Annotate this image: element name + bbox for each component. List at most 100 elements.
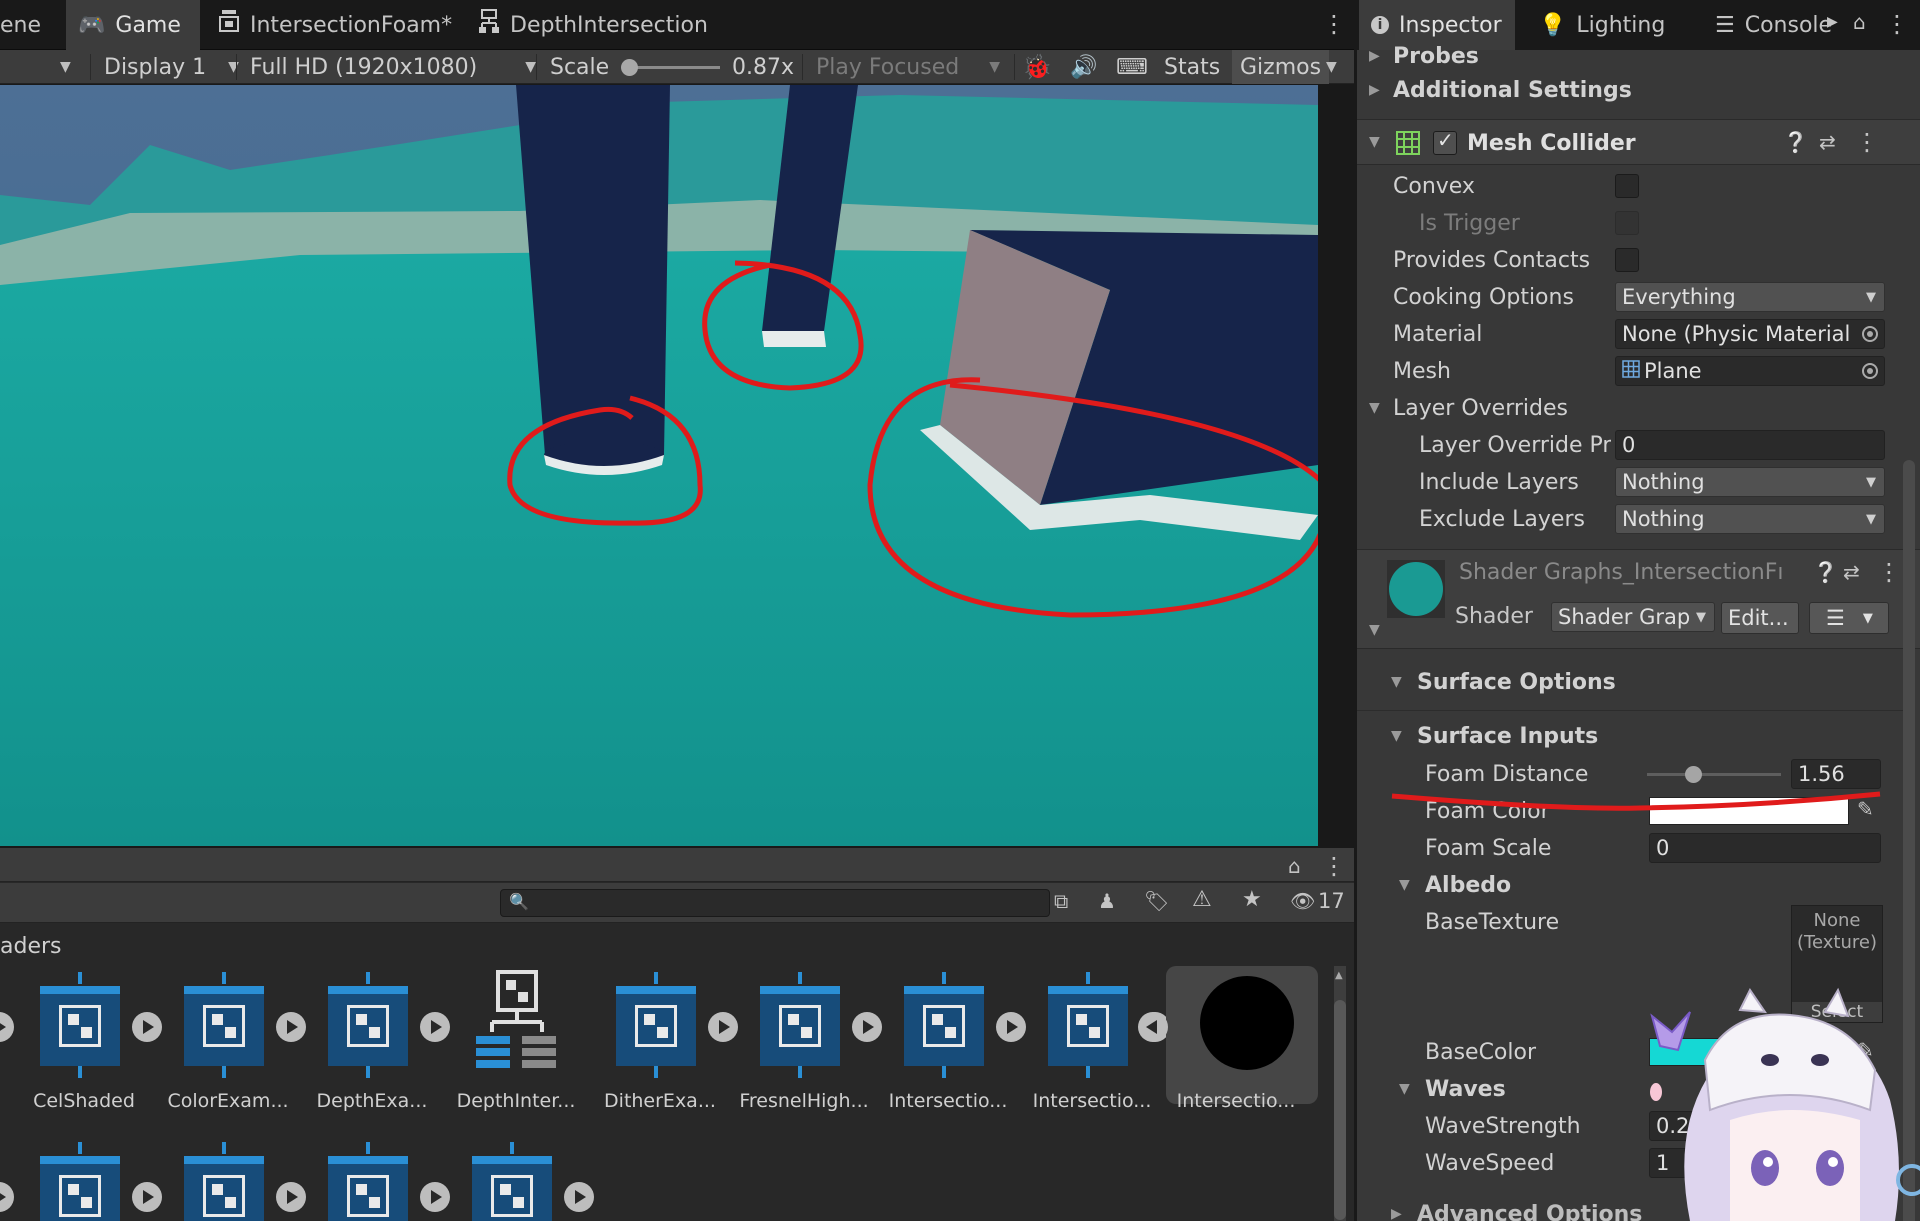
eyedropper-icon[interactable]: ✎ (1857, 797, 1874, 821)
filter-by-type-icon[interactable]: ♟ (1098, 889, 1116, 913)
wave-speed-input[interactable]: 1 (1649, 1148, 1881, 1178)
game-view-dropdown[interactable]: ▼ (60, 50, 71, 84)
shader-graph-icon (328, 1156, 408, 1221)
help-icon[interactable]: ❔ (1813, 560, 1838, 584)
wave-strength-input[interactable]: 0.2 (1649, 1111, 1881, 1141)
foam-distance-input[interactable]: 1.56 (1791, 759, 1881, 789)
include-layers-row: Include Layers Nothing ▼ (1357, 464, 1897, 500)
material-field[interactable]: None (Physic Material (1615, 319, 1885, 349)
lock-icon[interactable]: ⌂ (1288, 854, 1301, 878)
bug-icon[interactable]: 🐞 (1022, 50, 1052, 84)
asset-item[interactable]: Intersectio... (1166, 966, 1318, 1112)
scrollbar-thumb[interactable] (1334, 1000, 1346, 1220)
exclude-layers-dropdown[interactable]: Nothing ▼ (1615, 504, 1885, 534)
mesh-field[interactable]: Plane (1615, 356, 1885, 386)
scroll-up-icon[interactable]: ▲ (1335, 970, 1343, 981)
chevron-down-icon[interactable]: ▼ (1369, 622, 1380, 638)
mesh-collider-enabled-checkbox[interactable]: ✓ (1433, 128, 1457, 155)
asset-item[interactable]: ColorExam... (158, 966, 298, 1112)
eyedropper-icon[interactable]: ✎ (1857, 1038, 1874, 1062)
asset-item[interactable]: FresnelHigh... (734, 966, 874, 1112)
base-color-swatch[interactable] (1649, 1038, 1849, 1066)
layer-overrides-foldout[interactable]: ▼ Layer Overrides (1357, 390, 1897, 426)
inspector-menu-icon[interactable]: ⋮ (1885, 12, 1909, 36)
keyboard-icon[interactable]: ⌨ (1116, 50, 1148, 84)
tab-intersection-foam[interactable]: IntersectionFoam* (214, 0, 452, 50)
albedo-foldout[interactable]: ▼ Albedo (1357, 867, 1897, 903)
asset-item[interactable]: DepthInter... (446, 966, 586, 1112)
expand-arrow-icon[interactable] (0, 1182, 14, 1212)
expand-arrow-icon[interactable] (0, 1012, 14, 1042)
additional-settings-foldout[interactable]: ▶ Additional Settings (1357, 72, 1897, 108)
is-trigger-checkbox[interactable] (1615, 211, 1639, 235)
asset-item[interactable] (302, 1136, 442, 1221)
game-view-menu-icon[interactable]: ⋮ (1322, 12, 1346, 36)
asset-item[interactable]: DitherExa... (590, 966, 730, 1112)
eye-icon[interactable]: 👁 (1290, 889, 1315, 913)
foam-color-swatch[interactable] (1649, 797, 1849, 825)
warning-icon[interactable]: ⚠ (1192, 887, 1212, 912)
mesh-collider-header[interactable]: ▼ ✓ Mesh Collider ❔ ⇄ ⋮ (1357, 119, 1920, 165)
scale-slider-thumb[interactable] (620, 59, 638, 76)
object-picker-icon[interactable] (1862, 363, 1878, 379)
component-menu-icon[interactable]: ⋮ (1855, 130, 1879, 154)
layer-override-priority-input[interactable]: 0 (1615, 430, 1885, 460)
chevron-down-icon: ▼ (1391, 728, 1402, 744)
game-view-render[interactable] (0, 85, 1318, 846)
advanced-options-foldout[interactable]: ▶ Advanced Options (1357, 1196, 1897, 1221)
asset-item[interactable] (158, 1136, 298, 1221)
include-layers-dropdown[interactable]: Nothing ▼ (1615, 467, 1885, 497)
tab-scene[interactable]: ene (0, 0, 66, 50)
project-menu-icon[interactable]: ⋮ (1322, 854, 1346, 878)
help-icon[interactable]: ❔ (1783, 130, 1808, 154)
resolution-dropdown[interactable]: Full HD (1920x1080) ▼ (250, 50, 536, 84)
foam-scale-input[interactable]: 0 (1649, 833, 1881, 863)
foam-distance-slider-thumb[interactable] (1684, 766, 1702, 783)
tab-game[interactable]: 🎮 Game (66, 0, 200, 50)
shader-graph-icon (904, 986, 984, 1066)
star-icon[interactable]: ★ (1242, 887, 1262, 912)
play-mode-dropdown[interactable]: Play Focused ▼ (816, 50, 1000, 84)
asset-item[interactable] (14, 1136, 154, 1221)
gizmos-button[interactable]: Gizmos (1232, 50, 1330, 84)
chevron-right-icon[interactable]: ▶ (1827, 14, 1838, 30)
lock-icon[interactable]: ⌂ (1853, 10, 1866, 34)
asset-item[interactable]: Intersectio... (878, 966, 1018, 1112)
foam-distance-slider[interactable] (1647, 766, 1781, 783)
shader-options-button[interactable]: ☰ ▼ (1809, 602, 1889, 634)
mesh-row: Mesh Plane (1357, 353, 1897, 389)
shader-dropdown[interactable]: Shader Grap ▼ (1551, 602, 1715, 632)
tab-depth-intersection[interactable]: DepthIntersection (474, 0, 708, 50)
project-scrollbar[interactable]: ▲ (1334, 966, 1346, 1221)
breadcrumb-folder[interactable]: aders (0, 934, 62, 959)
gizmos-dropdown[interactable]: ▼ (1326, 50, 1337, 84)
scale-slider[interactable] (620, 59, 720, 76)
waves-foldout[interactable]: ▼ Waves (1357, 1071, 1897, 1107)
shader-edit-button[interactable]: Edit... (1721, 602, 1799, 634)
stats-button[interactable]: Stats (1164, 50, 1220, 84)
probes-foldout[interactable]: ▶ Probes (1357, 38, 1897, 74)
preset-icon[interactable]: ⇄ (1819, 130, 1836, 154)
surface-inputs-foldout[interactable]: ▼ Surface Inputs (1357, 718, 1897, 754)
asset-item[interactable]: DepthExa... (302, 966, 442, 1112)
base-texture-slot[interactable]: None (Texture) Select (1791, 905, 1883, 1023)
provides-contacts-checkbox[interactable] (1615, 248, 1639, 272)
texture-select-button[interactable]: Select (1792, 1002, 1882, 1022)
search-by-type-icon[interactable]: ⧉ (1054, 889, 1068, 913)
collapse-arrow-icon[interactable] (1138, 1012, 1168, 1042)
display-dropdown[interactable]: Display 1 ▼ (104, 50, 239, 84)
material-menu-icon[interactable]: ⋮ (1877, 560, 1901, 584)
surface-options-foldout[interactable]: ▼ Surface Options (1357, 664, 1897, 700)
object-picker-icon[interactable] (1862, 326, 1878, 342)
label-icon[interactable]: 🏷 (1144, 889, 1169, 913)
inspector-scrollbar[interactable] (1903, 460, 1915, 1221)
project-search-input[interactable]: 🔍 (500, 889, 1050, 917)
convex-checkbox[interactable] (1615, 174, 1639, 198)
cooking-options-dropdown[interactable]: Everything ▼ (1615, 282, 1885, 312)
preset-icon[interactable]: ⇄ (1843, 560, 1860, 584)
asset-item[interactable]: CelShaded (14, 966, 154, 1112)
speaker-icon[interactable]: 🔊 (1070, 50, 1097, 84)
expand-arrow-icon[interactable] (564, 1182, 594, 1212)
asset-item[interactable] (446, 1136, 586, 1221)
material-preview[interactable] (1387, 560, 1445, 618)
